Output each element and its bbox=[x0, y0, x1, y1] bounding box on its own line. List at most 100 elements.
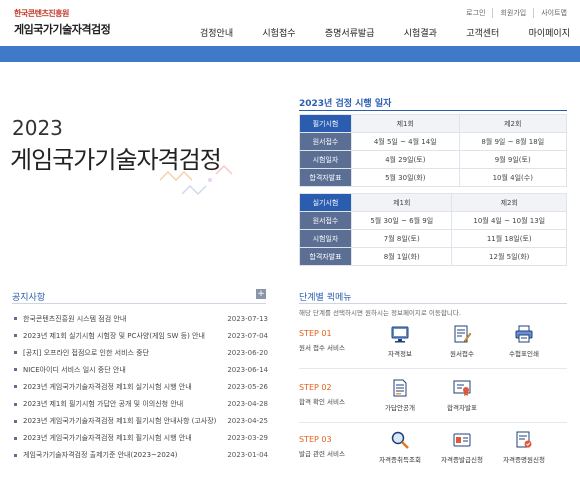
quick-item-qualification-info[interactable]: 자격정보 bbox=[369, 324, 431, 358]
step-number: STEP 03 bbox=[299, 435, 332, 444]
table-cell: 7월 8일(토) bbox=[350, 229, 453, 248]
list-item[interactable]: 한국콘텐츠진흥원 시스템 점검 안내 2023-07-13 bbox=[14, 310, 268, 327]
step-02: STEP 02 합격 확인 서비스 가답안공개 합격자발표 bbox=[299, 372, 567, 417]
quick-menu-subtitle: 해당 단계를 선택하시면 원하시는 정보페이지로 이동합니다. bbox=[299, 309, 461, 317]
quick-item-certificate-lookup[interactable]: 자격증취득조회 bbox=[369, 430, 431, 464]
quick-item-label: 자격증취득조회 bbox=[379, 455, 421, 464]
nav-item-exam-guide[interactable]: 검정안내 bbox=[196, 26, 237, 39]
quick-item-label: 합격자발표 bbox=[447, 403, 477, 412]
quick-item-certificate-issue[interactable]: 자격증발급신청 bbox=[431, 430, 493, 464]
quick-item-label: 자격증명원신청 bbox=[503, 455, 545, 464]
table-cell: 11월 18일(토) bbox=[451, 229, 567, 248]
logo-title: 게임국가기술자격검정 bbox=[14, 23, 111, 36]
step-number: STEP 01 bbox=[299, 329, 332, 338]
list-item[interactable]: 2023년 게임국가기술자격검정 제1회 필기시험 안내사항 (고사장) 2023… bbox=[14, 413, 268, 430]
notice-item-title[interactable]: NICE아이디 서비스 일시 중단 안내 bbox=[23, 365, 224, 375]
quick-item-label: 자격정보 bbox=[388, 349, 412, 358]
stamp-document-icon bbox=[516, 431, 532, 447]
quick-item-pass-announcement[interactable]: 합격자발표 bbox=[431, 378, 493, 412]
login-link[interactable]: 로그인 bbox=[459, 8, 492, 18]
notice-item-title[interactable]: 2023년 게임국가기술자격검정 제1회 실기시험 시행 안내 bbox=[23, 382, 224, 392]
notice-item-title[interactable]: 2023년 제1회 실기시험 시험장 및 PC사양(게임 SW 등) 안내 bbox=[23, 331, 224, 341]
list-item[interactable]: [공지] 오프라인 접점으로 인한 서비스 중단 2023-06-20 bbox=[14, 344, 268, 361]
bullet-icon bbox=[14, 402, 17, 406]
main-nav: 검정안내 시험접수 증명서류발급 시험결과 고객센터 마이페이지 bbox=[196, 26, 574, 39]
nav-item-application[interactable]: 시험접수 bbox=[258, 26, 299, 39]
row-label: 합격자발표 bbox=[299, 247, 352, 266]
notice-item-title[interactable]: 2023년 게임국가기술자격검정 제1회 필기시험 안내사항 (고사장) bbox=[23, 416, 224, 426]
step-divider bbox=[299, 422, 567, 423]
notice-item-title[interactable]: 2023년 게임국가기술자격검정 제1회 필기시험 시행 안내 bbox=[23, 433, 224, 443]
list-item[interactable]: 2023년 게임국가기술자격검정 제1회 실기시험 시행 안내 2023-05-2… bbox=[14, 378, 268, 395]
monitor-icon bbox=[391, 326, 409, 342]
notice-item-title[interactable]: 한국콘텐츠진흥원 시스템 점검 안내 bbox=[23, 314, 224, 324]
logo-org: 한국콘텐츠진흥원 bbox=[14, 9, 69, 18]
bullet-icon bbox=[14, 436, 17, 440]
schedule-divider bbox=[299, 110, 567, 111]
table-cell: 4월 29일(토) bbox=[351, 150, 460, 169]
list-item[interactable]: 2023년 게임국가기술자격검정 제1회 필기시험 시행 안내 2023-03-2… bbox=[14, 430, 268, 447]
list-item[interactable]: 게임국가기술자격검정 출제기준 안내(2023~2024) 2023-01-04 bbox=[14, 447, 268, 464]
quick-item-label: 원서접수 bbox=[450, 349, 474, 358]
table-cell: 8월 9일 ~ 8월 18일 bbox=[458, 132, 567, 151]
col-round-1: 제1회 bbox=[350, 193, 453, 212]
written-schedule-table: 필기시험 제1회 제2회 원서접수 4월 5일 ~ 4월 14일 8월 9일 ~… bbox=[299, 114, 567, 187]
nav-item-support[interactable]: 고객센터 bbox=[462, 26, 503, 39]
col-round-2: 제2회 bbox=[451, 193, 567, 212]
step-number: STEP 02 bbox=[299, 383, 332, 392]
decorative-zigzag bbox=[159, 164, 233, 196]
row-label: 합격자발표 bbox=[299, 168, 352, 187]
table-cell: 10월 4일 ~ 10월 13일 bbox=[451, 211, 567, 230]
practical-label: 실기시험 bbox=[299, 193, 352, 212]
bullet-icon bbox=[14, 334, 17, 338]
schedule-title: 2023년 검정 시행 일자 bbox=[299, 99, 392, 109]
col-round-1: 제1회 bbox=[351, 114, 460, 133]
row-label: 원서접수 bbox=[299, 211, 352, 230]
nav-item-mypage[interactable]: 마이페이지 bbox=[525, 26, 574, 39]
search-icon bbox=[391, 431, 409, 449]
notice-item-date: 2023-07-04 bbox=[227, 331, 268, 340]
notice-item-title[interactable]: 게임국가기술자격검정 출제기준 안내(2023~2024) bbox=[23, 450, 224, 460]
join-link[interactable]: 회원가입 bbox=[492, 8, 533, 18]
quick-menu-divider bbox=[299, 303, 567, 304]
table-cell: 5월 30일(화) bbox=[351, 168, 460, 187]
list-item[interactable]: 2023년 제1회 실기시험 시험장 및 PC사양(게임 SW 등) 안내 202… bbox=[14, 327, 268, 344]
bullet-icon bbox=[14, 419, 17, 423]
quick-item-application[interactable]: 원서접수 bbox=[431, 324, 493, 358]
notice-item-title[interactable]: [공지] 오프라인 접점으로 인한 서비스 중단 bbox=[23, 348, 224, 358]
table-row: 시험일자 4월 29일(토) 9월 9일(토) bbox=[299, 150, 567, 169]
nav-item-certificates[interactable]: 증명서류발급 bbox=[321, 26, 379, 39]
hero-year: 2023 bbox=[12, 116, 63, 140]
sitemap-link[interactable]: 사이트맵 bbox=[533, 8, 574, 18]
certificate-icon bbox=[453, 380, 471, 396]
notice-item-date: 2023-01-04 bbox=[227, 451, 268, 460]
site-logo[interactable]: 한국콘텐츠진흥원 게임국가기술자격검정 bbox=[14, 8, 111, 37]
col-round-2: 제2회 bbox=[458, 114, 567, 133]
step-03: STEP 03 발급 관련 서비스 자격증취득조회 자격증발급신청 자격증명원신… bbox=[299, 424, 567, 469]
notice-more-button[interactable]: + bbox=[256, 289, 266, 299]
table-cell: 12월 5일(화) bbox=[451, 247, 567, 266]
practical-schedule-table: 실기시험 제1회 제2회 원서접수 5월 30일 ~ 6월 9일 10월 4일 … bbox=[299, 193, 567, 266]
table-row: 합격자발표 5월 30일(화) 10월 4일(수) bbox=[299, 168, 567, 187]
quick-item-label: 자격증발급신청 bbox=[441, 455, 483, 464]
notice-list: 한국콘텐츠진흥원 시스템 점검 안내 2023-07-13 2023년 제1회 실… bbox=[14, 310, 268, 464]
quick-item-certificate-proof[interactable]: 자격증명원신청 bbox=[493, 430, 555, 464]
list-item[interactable]: NICE아이디 서비스 일시 중단 안내 2023-06-14 bbox=[14, 361, 268, 378]
quick-item-label: 가답안공개 bbox=[385, 403, 415, 412]
notice-item-title[interactable]: 2023년 제1회 필기시험 가답안 공개 및 이의신청 안내 bbox=[23, 399, 224, 409]
list-item[interactable]: 2023년 제1회 필기시험 가답안 공개 및 이의신청 안내 2023-04-2… bbox=[14, 395, 268, 412]
notice-title: 공지사항 bbox=[12, 293, 46, 303]
document-pen-icon bbox=[454, 325, 472, 342]
table-row: 시험일자 7월 8일(토) 11월 18일(토) bbox=[299, 229, 567, 248]
utility-nav: 로그인 회원가입 사이트맵 bbox=[459, 8, 574, 18]
table-cell: 9월 9일(토) bbox=[458, 150, 567, 169]
row-label: 시험일자 bbox=[299, 150, 352, 169]
quick-item-print-ticket[interactable]: 수험표인쇄 bbox=[493, 324, 555, 358]
quick-item-provisional-answers[interactable]: 가답안공개 bbox=[369, 378, 431, 412]
step-01: STEP 01 원서 접수 서비스 자격정보 원서접수 수험표인쇄 bbox=[299, 318, 567, 363]
step-divider bbox=[299, 368, 567, 369]
notice-item-date: 2023-03-29 bbox=[227, 434, 268, 443]
quick-item-label: 수험표인쇄 bbox=[509, 349, 539, 358]
nav-item-results[interactable]: 시험결과 bbox=[400, 26, 441, 39]
written-label: 필기시험 bbox=[299, 114, 352, 133]
